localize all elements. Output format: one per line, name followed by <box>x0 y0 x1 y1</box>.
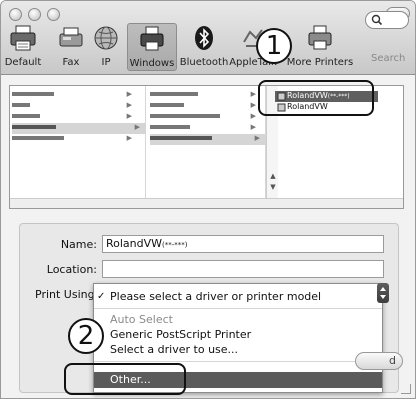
name-field[interactable]: RolandVW(**-***) <box>102 235 384 253</box>
zoom-window-button[interactable] <box>47 8 60 21</box>
menu-item-generic-postscript[interactable]: Generic PostScript Printer <box>94 328 382 342</box>
list-item[interactable]: ▶ <box>150 90 262 101</box>
search-icon <box>371 14 383 26</box>
browser-column-hosts: ▶ ▶ ▶ ▶ ▶ <box>148 86 266 200</box>
resize-grip-icon[interactable] <box>401 384 411 394</box>
window-titlebar: Default Fax IP Windows Bluetooth AppleTa… <box>1 1 415 75</box>
menu-item-select-driver-prompt[interactable]: ✓ Please select a driver or printer mode… <box>94 290 382 304</box>
callout-number-one: 1 <box>256 28 292 64</box>
list-item[interactable]: ▶ <box>150 112 262 123</box>
toolbar: Default Fax IP Windows Bluetooth AppleTa… <box>1 23 415 71</box>
location-field[interactable] <box>102 260 384 278</box>
toolbar-fax-button[interactable]: Fax <box>55 23 87 71</box>
minimize-window-button[interactable] <box>28 8 41 21</box>
browser-column-workgroups: ▶ ▶ ▶ ▶ ▶ <box>10 86 146 200</box>
list-item[interactable]: ▶ <box>12 90 138 101</box>
callout-box-other-item <box>64 363 186 395</box>
toolbar-windows-button[interactable]: Windows <box>127 23 177 71</box>
print-using-label: Print Using <box>35 288 95 301</box>
bluetooth-icon <box>189 23 219 53</box>
fax-icon <box>56 23 86 53</box>
scroll-down-arrow-icon[interactable]: ▼ <box>268 183 278 193</box>
windows-printer-icon <box>137 24 167 54</box>
list-item[interactable]: ▶ <box>150 123 262 134</box>
scroll-up-arrow-icon[interactable]: ▲ <box>268 172 278 182</box>
callout-number-two: 2 <box>68 318 104 354</box>
print-browser-window: Default Fax IP Windows Bluetooth AppleTa… <box>0 0 416 399</box>
menu-separator <box>94 361 382 362</box>
menu-item-select-driver[interactable]: Select a driver to use... <box>94 343 382 357</box>
add-button[interactable]: d <box>355 352 403 370</box>
checkmark-icon: ✓ <box>97 291 106 302</box>
list-item[interactable]: ▶ <box>12 112 138 123</box>
list-item[interactable]: ▶ <box>150 101 262 112</box>
window-controls <box>9 8 60 21</box>
toolbar-bluetooth-button[interactable]: Bluetooth <box>180 23 228 71</box>
location-label: Location: <box>46 263 97 276</box>
search-label: Search <box>371 53 406 64</box>
toolbar-ip-button[interactable]: IP <box>91 23 121 71</box>
list-item[interactable]: ▶ <box>150 134 266 145</box>
popup-arrows-icon[interactable] <box>377 283 389 303</box>
printer-more-icon <box>305 23 335 53</box>
list-item[interactable]: ▶ <box>12 134 138 145</box>
menu-separator <box>94 308 382 309</box>
list-item[interactable]: ▶ <box>12 101 138 112</box>
toolbar-default-button[interactable]: Default <box>3 23 43 71</box>
menu-item-auto-select: Auto Select <box>110 313 173 326</box>
browser-horizontal-scrollbar[interactable] <box>10 198 403 208</box>
search-input[interactable] <box>365 11 409 29</box>
printer-default-icon <box>8 23 38 53</box>
toolbar-more-printers-button[interactable]: More Printers <box>283 23 357 71</box>
globe-icon <box>91 23 121 53</box>
list-item[interactable]: ▶ <box>12 123 146 134</box>
close-window-button[interactable] <box>9 8 22 21</box>
callout-box-model-selection <box>258 80 374 116</box>
name-label: Name: <box>60 238 97 251</box>
